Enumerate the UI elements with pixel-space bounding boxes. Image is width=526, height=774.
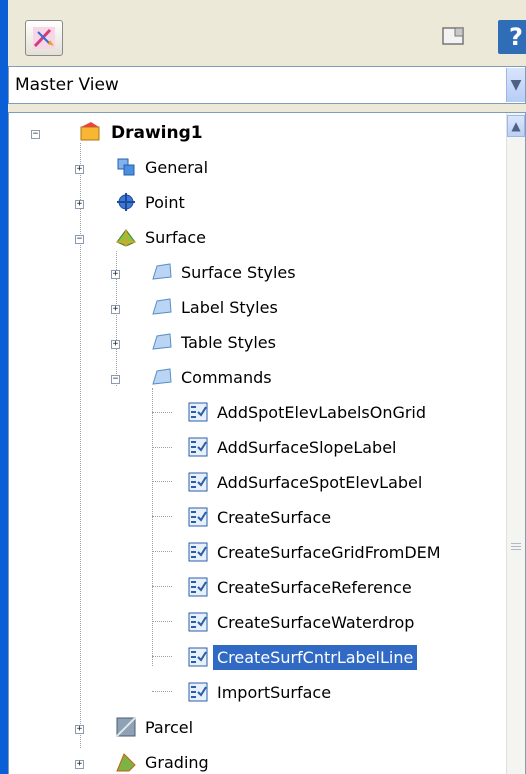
toolbar: ? <box>8 0 526 60</box>
tree-node-surface[interactable]: − Surface <box>9 224 489 254</box>
tree-node-label: Table Styles <box>181 333 276 352</box>
tree-node-label: Surface Styles <box>181 263 296 282</box>
collapse-toggle[interactable]: − <box>75 235 84 244</box>
tree-node-label: CreateSurfaceReference <box>217 578 412 597</box>
tree-node-command[interactable]: CreateSurface <box>9 504 489 534</box>
drawing-icon <box>79 121 101 143</box>
command-icon <box>187 611 209 633</box>
tree-node-label-styles[interactable]: + Label Styles <box>9 294 489 324</box>
tree-node-label: Parcel <box>145 718 194 737</box>
tree-node-label: Drawing1 <box>111 123 203 143</box>
panel-button[interactable] <box>440 24 466 48</box>
tree-node-surface-styles[interactable]: + Surface Styles <box>9 259 489 289</box>
tree-node-command-selected[interactable]: CreateSurfCntrLabelLine <box>9 644 489 674</box>
tree-node-command[interactable]: CreateSurfaceReference <box>9 574 489 604</box>
tree-node-drawing1[interactable]: − Drawing1 <box>9 119 489 149</box>
tree-node-label: CreateSurfCntrLabelLine <box>213 645 418 670</box>
toolspace-window: ? Master View ▼ − Drawing1 + General + P… <box>0 0 526 774</box>
expand-toggle[interactable]: + <box>75 725 84 734</box>
tree-node-point[interactable]: + Point <box>9 189 489 219</box>
expand-toggle[interactable]: + <box>75 760 84 769</box>
folder-icon <box>151 261 173 283</box>
grading-icon <box>115 751 137 773</box>
expand-toggle[interactable]: + <box>111 340 120 349</box>
pick-object-icon <box>33 27 55 49</box>
tree-node-command[interactable]: AddSurfaceSpotElevLabel <box>9 469 489 499</box>
expand-toggle[interactable]: + <box>111 270 120 279</box>
vertical-scrollbar[interactable]: ▲ <box>506 113 525 774</box>
tree-node-label: AddSpotElevLabelsOnGrid <box>217 403 427 422</box>
tree-node-command[interactable]: AddSpotElevLabelsOnGrid <box>9 399 489 429</box>
tree-node-label: AddSurfaceSpotElevLabel <box>217 473 423 492</box>
chevron-down-icon[interactable]: ▼ <box>506 68 525 102</box>
command-icon <box>187 541 209 563</box>
tree-node-command[interactable]: ImportSurface <box>9 679 489 709</box>
tree-node-label: AddSurfaceSlopeLabel <box>217 438 397 457</box>
tree-node-commands[interactable]: − Commands <box>9 364 489 394</box>
tree-node-label: CreateSurfaceGridFromDEM <box>217 543 441 562</box>
collapse-toggle[interactable]: − <box>111 375 120 384</box>
window-border <box>0 0 8 774</box>
command-icon <box>187 436 209 458</box>
pick-object-button[interactable] <box>25 20 63 56</box>
tree-node-label: Label Styles <box>181 298 278 317</box>
tree-node-table-styles[interactable]: + Table Styles <box>9 329 489 359</box>
general-icon <box>115 156 137 178</box>
command-icon <box>187 576 209 598</box>
scroll-up-button[interactable]: ▲ <box>507 115 525 137</box>
tree-view[interactable]: − Drawing1 + General + Point − Surface +… <box>8 112 526 774</box>
tree-node-label: Point <box>145 193 185 212</box>
tree-node-label: ImportSurface <box>217 683 332 702</box>
tree-node-label: CreateSurfaceWaterdrop <box>217 613 415 632</box>
tree-node-label: General <box>145 158 209 177</box>
view-select-value: Master View <box>15 75 119 95</box>
folder-icon <box>151 331 173 353</box>
tree-node-label: Surface <box>145 228 206 247</box>
folder-icon <box>151 366 173 388</box>
command-icon <box>187 646 209 668</box>
command-icon <box>187 471 209 493</box>
expand-toggle[interactable]: + <box>75 200 84 209</box>
folder-icon <box>151 296 173 318</box>
tree-node-command[interactable]: CreateSurfaceWaterdrop <box>9 609 489 639</box>
scroll-grip[interactable] <box>511 541 521 551</box>
tree-node-label: Grading <box>145 753 209 772</box>
help-button[interactable]: ? <box>498 20 526 54</box>
command-icon <box>187 506 209 528</box>
expand-toggle[interactable]: + <box>75 165 84 174</box>
command-icon <box>187 681 209 703</box>
expand-toggle[interactable]: + <box>111 305 120 314</box>
surface-icon <box>115 226 137 248</box>
point-icon <box>115 191 137 213</box>
tree-node-command[interactable]: AddSurfaceSlopeLabel <box>9 434 489 464</box>
panel-icon <box>442 27 464 45</box>
tree-node-grading[interactable]: + Grading <box>9 749 489 774</box>
tree-node-command[interactable]: CreateSurfaceGridFromDEM <box>9 539 489 569</box>
view-select[interactable]: Master View ▼ <box>8 66 526 104</box>
tree-node-general[interactable]: + General <box>9 154 489 184</box>
collapse-toggle[interactable]: − <box>31 130 40 139</box>
tree-node-parcel[interactable]: + Parcel <box>9 714 489 744</box>
command-icon <box>187 401 209 423</box>
tree-node-label: CreateSurface <box>217 508 332 527</box>
tree-node-label: Commands <box>181 368 272 387</box>
parcel-icon <box>115 716 137 738</box>
